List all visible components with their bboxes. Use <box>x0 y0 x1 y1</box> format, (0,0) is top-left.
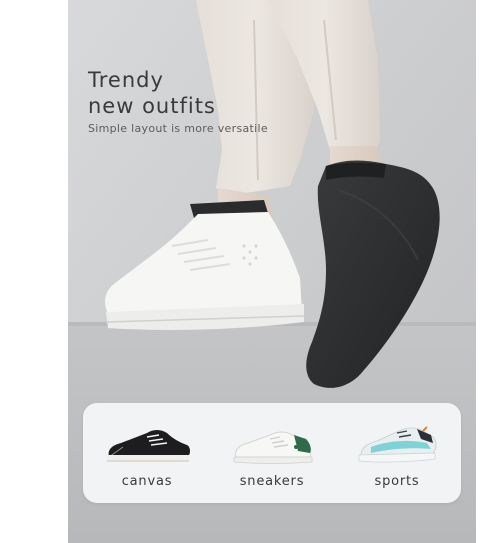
shoe-label-sneakers: sneakers <box>239 474 305 489</box>
running-shoe-icon <box>358 426 437 463</box>
headline: Trendy new outfits <box>88 67 216 119</box>
canvas-shoe-icon <box>107 430 190 463</box>
shoe-label-canvas: canvas <box>121 474 173 489</box>
product-card: Trendy new outfits Simple layout is more… <box>68 0 476 543</box>
headline-line-2: new outfits <box>88 94 216 118</box>
shoe-type-sneakers: sneakers <box>212 403 332 503</box>
shoe-type-sports: sports <box>337 403 457 503</box>
headline-line-1: Trendy <box>88 68 164 92</box>
shoe-label-sports: sports <box>374 474 420 489</box>
shoe-type-canvas: canvas <box>87 403 207 503</box>
white-sneaker-icon <box>233 431 313 464</box>
tagline: Simple layout is more versatile <box>88 122 268 135</box>
shoe-type-panel: canvas sneakers sports <box>83 403 461 503</box>
